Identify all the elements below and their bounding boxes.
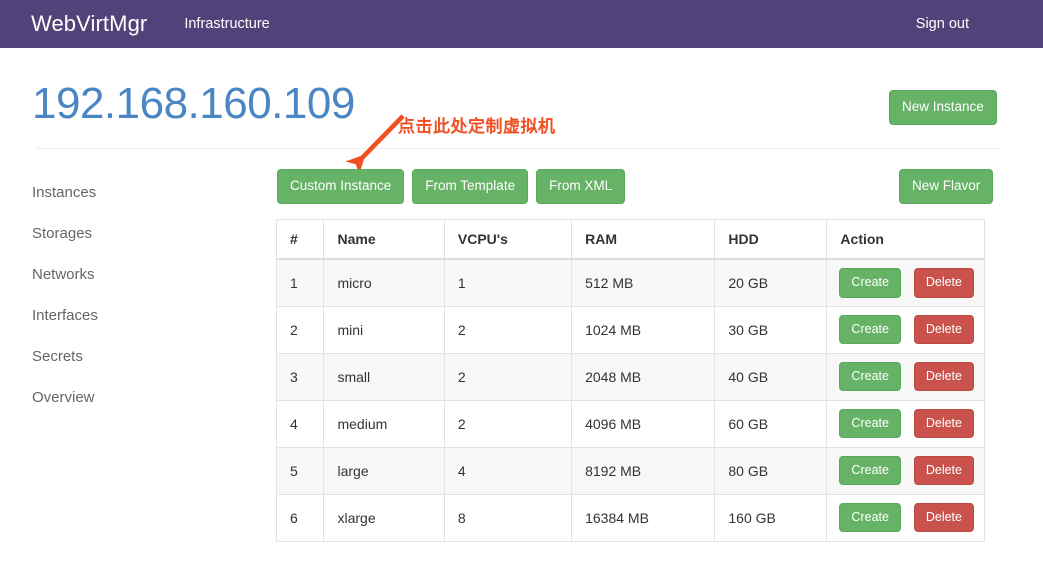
page-title: 192.168.160.109 bbox=[32, 79, 355, 129]
table-head: # Name VCPU's RAM HDD Action bbox=[277, 220, 985, 260]
column-header-hdd: HDD bbox=[715, 220, 827, 260]
nav-item-infrastructure[interactable]: Infrastructure bbox=[184, 0, 269, 48]
table-row: 5 large 4 8192 MB 80 GB Create Delete bbox=[277, 447, 985, 494]
delete-button[interactable]: Delete bbox=[914, 268, 974, 298]
cell-action: Create Delete bbox=[827, 353, 985, 400]
sidebar-item-networks[interactable]: Networks bbox=[32, 254, 232, 295]
cell-ram: 4096 MB bbox=[572, 400, 715, 447]
cell-name: large bbox=[324, 447, 444, 494]
new-flavor-button[interactable]: New Flavor bbox=[899, 169, 993, 204]
create-button[interactable]: Create bbox=[839, 503, 901, 533]
cell-action: Create Delete bbox=[827, 259, 985, 306]
sidebar-item-instances[interactable]: Instances bbox=[32, 172, 232, 213]
cell-ram: 16384 MB bbox=[572, 494, 715, 541]
create-button[interactable]: Create bbox=[839, 456, 901, 486]
instance-creation-toolbar: Custom Instance From Template From XML bbox=[277, 169, 625, 204]
cell-hdd: 60 GB bbox=[715, 400, 827, 447]
cell-ram: 512 MB bbox=[572, 259, 715, 306]
delete-button[interactable]: Delete bbox=[914, 503, 974, 533]
cell-vcpus: 8 bbox=[444, 494, 571, 541]
cell-action: Create Delete bbox=[827, 494, 985, 541]
header-divider bbox=[35, 148, 1001, 149]
create-button[interactable]: Create bbox=[839, 362, 901, 392]
cell-number: 6 bbox=[277, 494, 324, 541]
sidebar-item-interfaces[interactable]: Interfaces bbox=[32, 295, 232, 336]
table-row: 3 small 2 2048 MB 40 GB Create Delete bbox=[277, 353, 985, 400]
cell-number: 5 bbox=[277, 447, 324, 494]
cell-name: xlarge bbox=[324, 494, 444, 541]
table-body: 1 micro 1 512 MB 20 GB Create Delete 2 m… bbox=[277, 259, 985, 541]
sidebar-item-overview[interactable]: Overview bbox=[32, 377, 232, 418]
delete-button[interactable]: Delete bbox=[914, 315, 974, 345]
cell-vcpus: 1 bbox=[444, 259, 571, 306]
cell-ram: 1024 MB bbox=[572, 306, 715, 353]
cell-vcpus: 2 bbox=[444, 306, 571, 353]
cell-vcpus: 2 bbox=[444, 400, 571, 447]
cell-action: Create Delete bbox=[827, 400, 985, 447]
cell-hdd: 80 GB bbox=[715, 447, 827, 494]
column-header-ram: RAM bbox=[572, 220, 715, 260]
new-instance-button[interactable]: New Instance bbox=[889, 90, 997, 125]
table-header-row: # Name VCPU's RAM HDD Action bbox=[277, 220, 985, 260]
sign-out-link[interactable]: Sign out bbox=[916, 0, 969, 48]
sidebar-nav: Instances Storages Networks Interfaces S… bbox=[32, 172, 232, 418]
cell-action: Create Delete bbox=[827, 306, 985, 353]
page-root: WebVirtMgr Infrastructure Sign out 192.1… bbox=[0, 0, 1043, 583]
cell-ram: 8192 MB bbox=[572, 447, 715, 494]
create-button[interactable]: Create bbox=[839, 409, 901, 439]
cell-name: medium bbox=[324, 400, 444, 447]
annotation-caption: 点击此处定制虚拟机 bbox=[398, 112, 556, 137]
cell-hdd: 30 GB bbox=[715, 306, 827, 353]
delete-button[interactable]: Delete bbox=[914, 456, 974, 486]
from-xml-button[interactable]: From XML bbox=[536, 169, 625, 204]
cell-vcpus: 4 bbox=[444, 447, 571, 494]
delete-button[interactable]: Delete bbox=[914, 362, 974, 392]
cell-number: 4 bbox=[277, 400, 324, 447]
custom-instance-button[interactable]: Custom Instance bbox=[277, 169, 404, 204]
create-button[interactable]: Create bbox=[839, 315, 901, 345]
cell-vcpus: 2 bbox=[444, 353, 571, 400]
cell-hdd: 160 GB bbox=[715, 494, 827, 541]
cell-name: micro bbox=[324, 259, 444, 306]
table-row: 1 micro 1 512 MB 20 GB Create Delete bbox=[277, 259, 985, 306]
sidebar-item-secrets[interactable]: Secrets bbox=[32, 336, 232, 377]
sidebar-item-storages[interactable]: Storages bbox=[32, 213, 232, 254]
column-header-action: Action bbox=[827, 220, 985, 260]
cell-number: 3 bbox=[277, 353, 324, 400]
table-row: 4 medium 2 4096 MB 60 GB Create Delete bbox=[277, 400, 985, 447]
column-header-number: # bbox=[277, 220, 324, 260]
top-navbar: WebVirtMgr Infrastructure Sign out bbox=[0, 0, 1043, 48]
create-button[interactable]: Create bbox=[839, 268, 901, 298]
from-template-button[interactable]: From Template bbox=[412, 169, 528, 204]
navbar-right-group: Sign out bbox=[916, 0, 969, 48]
flavors-table: # Name VCPU's RAM HDD Action 1 micro 1 5… bbox=[276, 219, 985, 542]
delete-button[interactable]: Delete bbox=[914, 409, 974, 439]
cell-number: 1 bbox=[277, 259, 324, 306]
cell-number: 2 bbox=[277, 306, 324, 353]
cell-hdd: 20 GB bbox=[715, 259, 827, 306]
cell-hdd: 40 GB bbox=[715, 353, 827, 400]
column-header-name: Name bbox=[324, 220, 444, 260]
table-row: 6 xlarge 8 16384 MB 160 GB Create Delete bbox=[277, 494, 985, 541]
column-header-vcpus: VCPU's bbox=[444, 220, 571, 260]
cell-ram: 2048 MB bbox=[572, 353, 715, 400]
cell-name: mini bbox=[324, 306, 444, 353]
brand-logo[interactable]: WebVirtMgr bbox=[31, 0, 147, 48]
cell-action: Create Delete bbox=[827, 447, 985, 494]
table-row: 2 mini 2 1024 MB 30 GB Create Delete bbox=[277, 306, 985, 353]
cell-name: small bbox=[324, 353, 444, 400]
